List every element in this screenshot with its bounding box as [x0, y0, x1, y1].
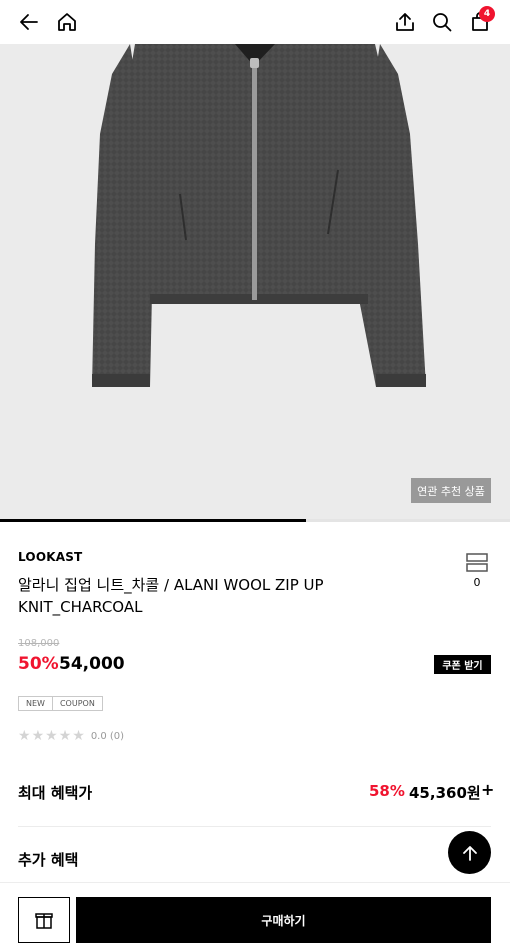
tag-coupon: COUPON [52, 696, 103, 711]
max-benefit-rate: 58% [369, 782, 405, 800]
gift-icon [35, 913, 53, 929]
search-icon[interactable] [429, 9, 455, 35]
divider [18, 826, 491, 827]
max-benefit-expand-button[interactable]: + [481, 780, 494, 799]
home-icon[interactable] [54, 9, 80, 35]
product-image[interactable] [0, 44, 510, 520]
star-icon: ★ [31, 728, 45, 744]
wishlist-icon [466, 553, 488, 572]
scroll-top-button[interactable] [448, 831, 491, 874]
star-icon: ★ [72, 728, 85, 744]
star-icon: ★ [18, 728, 31, 744]
sale-price: 54,000 [59, 654, 125, 674]
gift-button[interactable] [18, 897, 70, 943]
discount-rate: 50% [18, 654, 59, 674]
related-products-button[interactable]: 연관 추천 상품 [411, 478, 491, 503]
arrow-up-icon [462, 845, 477, 861]
cardigan-image [92, 44, 426, 387]
max-benefit-price: 45,360원 [409, 784, 481, 802]
top-nav-bar: 4 [0, 0, 510, 44]
tag-new: NEW [18, 696, 53, 711]
brand-name[interactable]: LOOKAST [18, 550, 82, 564]
gallery-progress-fill [0, 519, 306, 522]
back-arrow-icon[interactable] [16, 9, 42, 35]
original-price: 108,000 [18, 638, 60, 649]
get-coupon-button[interactable]: 쿠폰 받기 [434, 655, 491, 674]
product-title: 알라니 집업 니트_차콜 / ALANI WOOL ZIP UP KNIT_CH… [18, 576, 324, 616]
gallery-progress [0, 519, 510, 522]
star-icon: ★ [58, 728, 72, 744]
max-benefit-label: 최대 혜택가 [18, 784, 93, 802]
star-icon: ★ [45, 728, 58, 744]
rating-summary: 0.0 (0) [90, 730, 125, 742]
share-icon[interactable] [392, 9, 418, 35]
buy-button[interactable]: 구매하기 [76, 897, 491, 943]
extra-benefit-label[interactable]: 추가 혜택 [18, 849, 78, 870]
rating-row[interactable]: ★ ★ ★ ★ ★ 0.0 (0) [18, 729, 124, 743]
product-tags: NEW COUPON [18, 696, 103, 711]
wishlist-count: 0 [473, 576, 481, 589]
cart-count-badge: 4 [479, 6, 495, 22]
